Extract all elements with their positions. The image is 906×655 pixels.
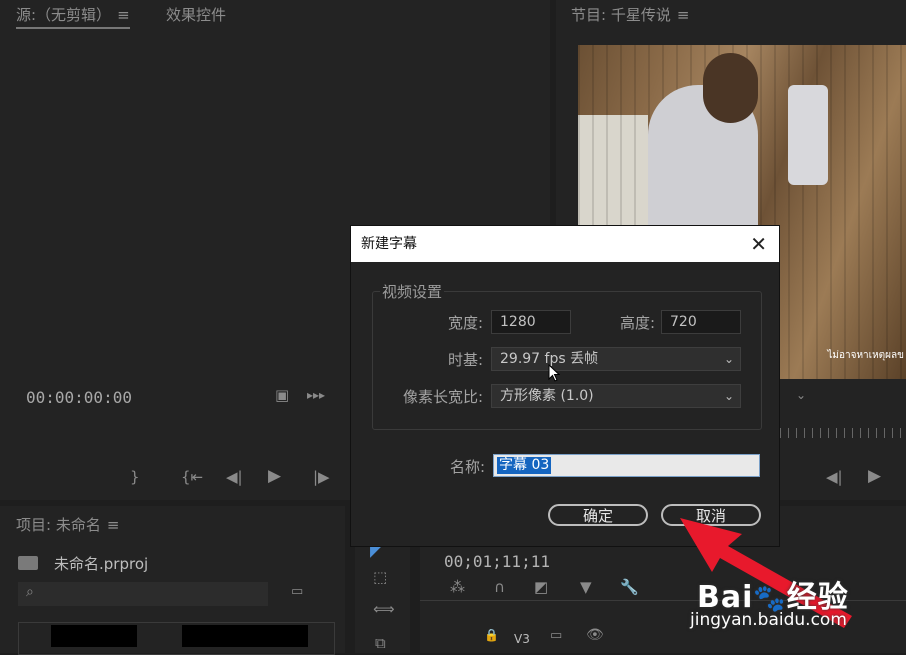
- pixel-aspect-label: 像素长宽比:: [402, 388, 483, 406]
- search-icon: ⌕: [26, 584, 34, 600]
- project-panel: 项目: 未命名 ≡ 未命名.prproj ⌕ ▭: [0, 506, 345, 655]
- video-head: [703, 53, 758, 123]
- mouse-cursor-icon: [548, 364, 560, 382]
- export-frame-icon[interactable]: ▣: [275, 386, 289, 404]
- track-v3-label: V3: [514, 632, 530, 646]
- panel-menu-icon[interactable]: ≡: [107, 516, 120, 534]
- dialog-title: 新建字幕: [361, 236, 417, 252]
- name-field[interactable]: 字幕 03: [493, 454, 760, 477]
- height-field[interactable]: 720: [661, 310, 741, 334]
- mark-out-icon[interactable]: }: [130, 468, 140, 486]
- chevron-down-icon: ⌄: [723, 389, 734, 403]
- ok-button[interactable]: 确定: [548, 504, 648, 526]
- magnet-icon[interactable]: ∩: [494, 578, 505, 596]
- tab-effect-controls[interactable]: 效果控件: [166, 4, 226, 25]
- lock-icon[interactable]: 🔒: [484, 628, 499, 642]
- step-forward-icon[interactable]: |▶: [313, 468, 330, 486]
- video-cloth: [788, 85, 828, 185]
- dialog-titlebar: 新建字幕 ✕: [351, 226, 779, 262]
- new-title-dialog: 新建字幕 ✕ 视频设置 宽度: 1280 高度: 720 时基: 29.97 f…: [351, 226, 779, 546]
- dropdown-icon[interactable]: ⌄: [796, 388, 806, 402]
- thumbnail[interactable]: [51, 625, 137, 647]
- linked-selection-icon[interactable]: ◩: [534, 578, 548, 596]
- panel-menu-icon[interactable]: ≡: [677, 6, 690, 24]
- timebase-label: 时基:: [447, 351, 483, 369]
- wrench-icon[interactable]: 🔧: [620, 578, 639, 596]
- step-back-icon[interactable]: ◀|: [226, 468, 243, 486]
- project-search-input[interactable]: ⌕: [18, 582, 268, 606]
- settings-icon[interactable]: ▸▸▸: [307, 388, 325, 402]
- track-select-tool-icon[interactable]: ⬚: [373, 568, 387, 586]
- snap-icon[interactable]: ⁂: [450, 578, 465, 596]
- project-title[interactable]: 项目: 未命名 ≡: [16, 514, 119, 535]
- width-field[interactable]: 1280: [491, 310, 571, 334]
- pixel-aspect-value: 方形像素 (1.0): [500, 388, 594, 404]
- project-file-name[interactable]: 未命名.prproj: [54, 553, 148, 574]
- close-icon[interactable]: ✕: [750, 226, 767, 262]
- thumbnail[interactable]: [182, 625, 308, 647]
- timebase-select[interactable]: 29.97 fps 丢帧 ⌄: [491, 347, 741, 371]
- height-label: 高度:: [619, 314, 655, 332]
- play-icon[interactable]: ▶: [868, 466, 881, 486]
- program-scrubber[interactable]: [780, 428, 906, 438]
- tab-source-label: 源:（无剪辑）: [16, 6, 112, 24]
- source-timecode[interactable]: 00:00:00:00: [26, 388, 132, 407]
- name-label: 名称:: [449, 458, 485, 476]
- pixel-aspect-select[interactable]: 方形像素 (1.0) ⌄: [491, 384, 741, 408]
- marker-icon[interactable]: ▼: [580, 578, 592, 596]
- timeline-timecode[interactable]: 00;01;11;11: [444, 552, 550, 571]
- tab-source[interactable]: 源:（无剪辑） ≡: [16, 4, 130, 29]
- eye-icon[interactable]: 👁: [586, 627, 604, 643]
- video-settings-label: 视频设置: [380, 281, 445, 302]
- chevron-down-icon: ⌄: [723, 352, 734, 366]
- program-title[interactable]: 节目: 千星传说 ≡: [571, 4, 689, 25]
- name-selected-text: 字幕 03: [497, 457, 552, 474]
- ripple-edit-tool-icon[interactable]: ⟺: [373, 600, 395, 618]
- project-thumbnails: [18, 622, 335, 655]
- sync-lock-icon[interactable]: ▭: [550, 628, 562, 643]
- razor-tool-icon[interactable]: ⧉: [375, 634, 386, 652]
- play-icon[interactable]: ▶: [268, 466, 281, 486]
- project-title-label: 项目: 未命名: [16, 516, 101, 534]
- program-title-label: 节目: 千星传说: [571, 6, 671, 24]
- watermark-url: jingyan.baidu.com: [690, 610, 847, 630]
- video-subtitle: ไม่อาจหาเหตุผลข: [827, 350, 904, 361]
- go-to-in-icon[interactable]: {⇤: [181, 468, 203, 486]
- panel-menu-icon[interactable]: ≡: [117, 6, 130, 24]
- find-icon[interactable]: ▭: [291, 584, 303, 599]
- step-back-icon[interactable]: ◀|: [826, 468, 843, 486]
- width-label: 宽度:: [447, 314, 483, 332]
- project-folder-icon: [18, 556, 38, 570]
